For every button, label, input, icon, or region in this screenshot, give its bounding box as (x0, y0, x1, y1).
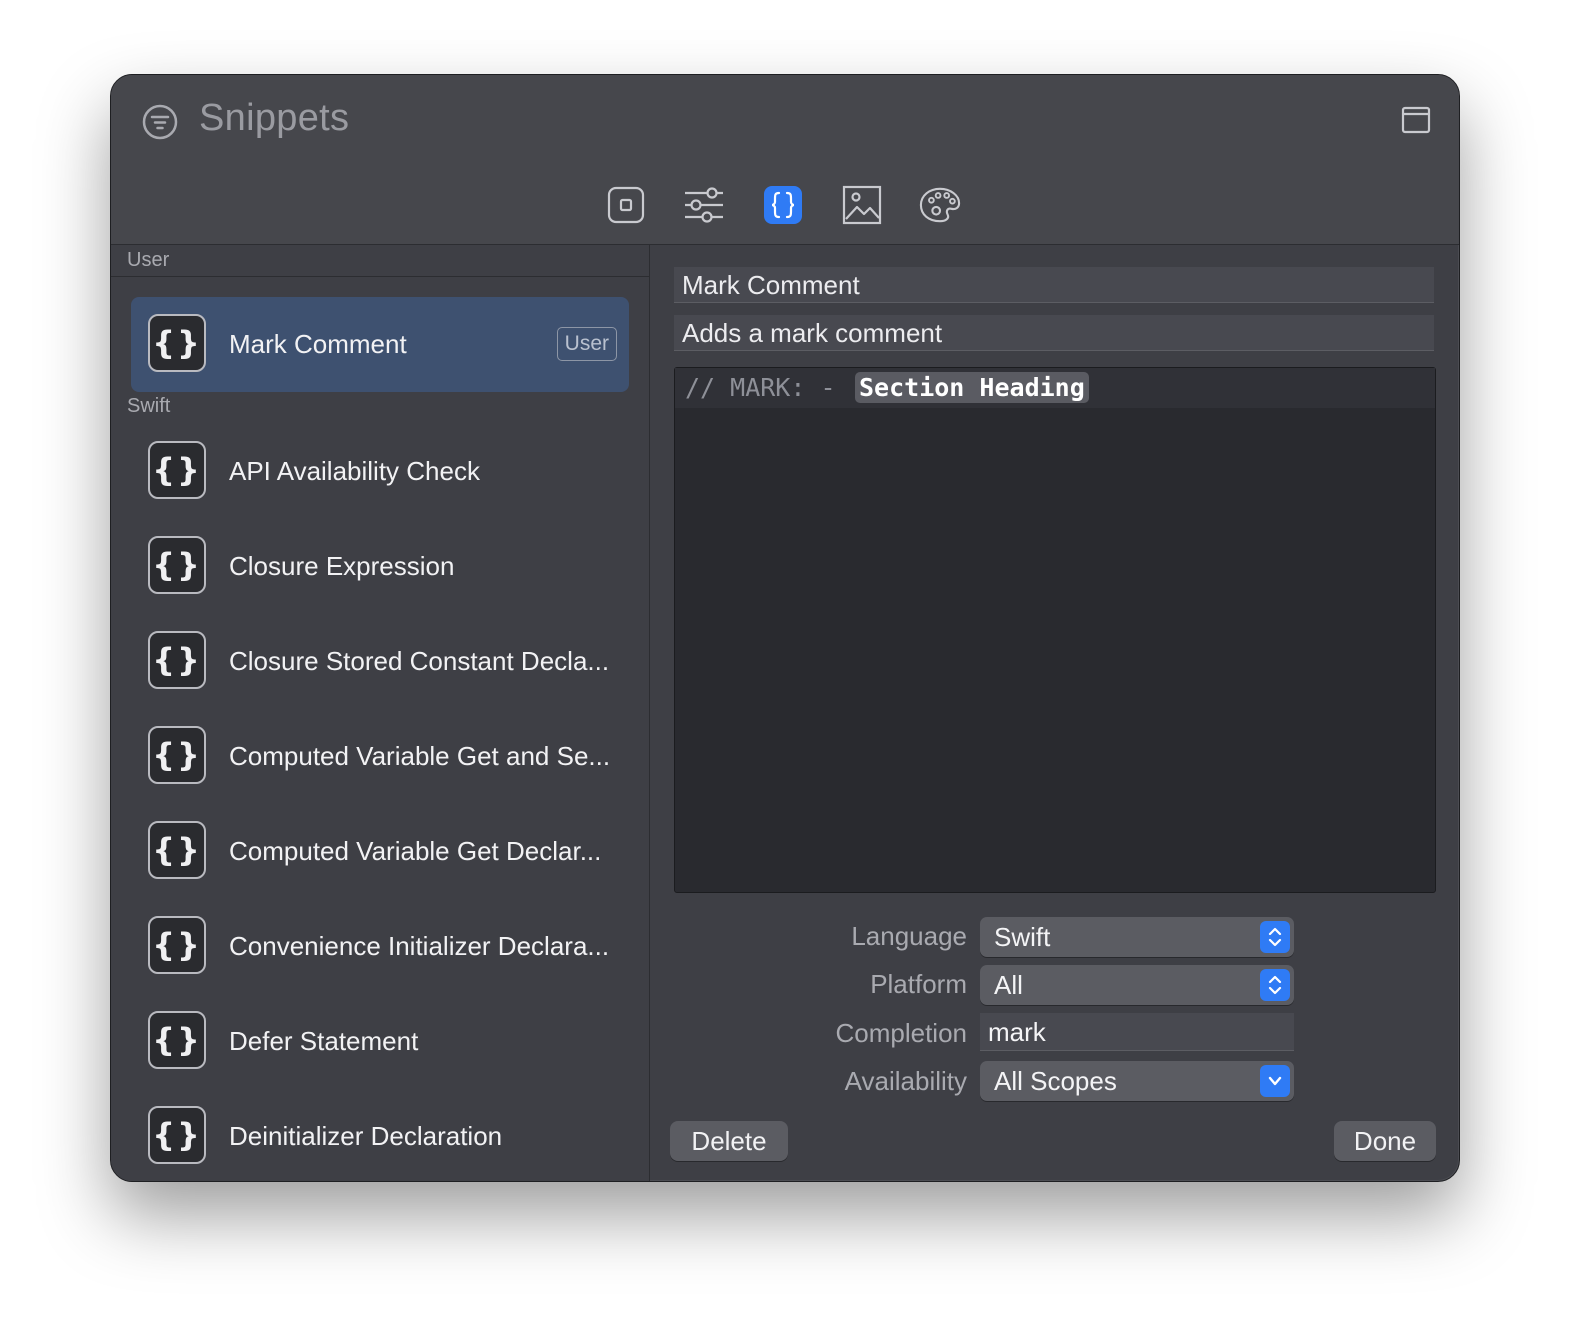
snippets-window: Snippets User {} Mark Comment User Swift… (110, 74, 1460, 1182)
completion-label: Completion (835, 1018, 967, 1048)
code-comment: // MARK: - (685, 373, 836, 402)
braces-icon: {} (148, 726, 206, 784)
snippet-title-field[interactable]: Mark Comment (674, 267, 1434, 303)
platform-popup[interactable]: All (980, 965, 1294, 1005)
section-divider (111, 276, 649, 277)
snippet-list[interactable]: User {} Mark Comment User Swift {} API A… (111, 245, 650, 1181)
library-toolbar (111, 167, 1459, 245)
snippet-item-label: Defer Statement (229, 1026, 419, 1056)
language-label: Language (851, 921, 967, 951)
sliders-icon (685, 187, 723, 223)
tool-colors[interactable] (919, 184, 961, 226)
completion-field[interactable]: mark (980, 1013, 1294, 1051)
braces-icon: {} (148, 1011, 206, 1069)
snippet-editor: Mark Comment Adds a mark comment // MARK… (650, 245, 1459, 1181)
snippet-item-selected[interactable]: {} Mark Comment User (131, 297, 629, 392)
tool-media[interactable] (841, 184, 883, 226)
snippet-item[interactable]: {} Computed Variable Get Declar... (131, 804, 629, 899)
snippet-item-label: Closure Expression (229, 551, 455, 581)
snippet-item-label: Closure Stored Constant Decla... (229, 646, 610, 676)
snippet-summary-field[interactable]: Adds a mark comment (674, 315, 1434, 351)
snippet-item-label: Deinitializer Declaration (229, 1121, 503, 1151)
platform-value: All (994, 970, 1023, 1000)
image-icon (842, 185, 882, 225)
title-bar: Snippets (111, 75, 1459, 168)
square-icon (607, 186, 645, 224)
snippet-item[interactable]: {} Convenience Initializer Declara... (131, 899, 629, 994)
window-icon[interactable] (1401, 105, 1431, 135)
done-button[interactable]: Done (1334, 1121, 1436, 1161)
chevron-updown-icon (1260, 921, 1290, 953)
snippet-item[interactable]: {} Closure Stored Constant Decla... (131, 614, 629, 709)
braces-icon: {} (148, 441, 206, 499)
snippet-item-label: Computed Variable Get and Se... (229, 741, 611, 771)
section-user-label: User (127, 249, 170, 271)
tool-snippets[interactable] (764, 186, 802, 224)
snippet-item[interactable]: {} Closure Expression (131, 519, 629, 614)
chevron-down-icon (1260, 1065, 1290, 1097)
snippet-item[interactable]: {} Deinitializer Declaration (131, 1089, 629, 1181)
filter-circle-icon[interactable] (141, 103, 179, 141)
language-value: Swift (994, 922, 1051, 952)
user-badge: User (556, 327, 617, 361)
snippet-item[interactable]: {} Computed Variable Get and Se... (131, 709, 629, 804)
availability-popup[interactable]: All Scopes (980, 1061, 1294, 1101)
braces-icon: {} (148, 916, 206, 974)
palette-icon (919, 187, 961, 223)
braces-icon: {} (148, 631, 206, 689)
chevron-updown-icon (1260, 969, 1290, 1001)
snippet-item[interactable]: {} API Availability Check (131, 424, 629, 519)
braces-icon: {} (148, 821, 206, 879)
availability-value: All Scopes (994, 1066, 1117, 1096)
placeholder-token[interactable]: Section Heading (855, 372, 1089, 403)
snippet-item-label: Computed Variable Get Declar... (229, 836, 602, 866)
snippet-item-label: Mark Comment (229, 329, 407, 359)
section-swift-label: Swift (127, 395, 171, 417)
tool-modifiers[interactable] (683, 184, 725, 226)
window-title: Snippets (199, 97, 350, 139)
delete-button[interactable]: Delete (670, 1121, 788, 1161)
code-editor[interactable]: // MARK: - Section Heading (674, 367, 1436, 893)
braces-icon (771, 191, 795, 219)
tool-views[interactable] (605, 184, 647, 226)
braces-icon: {} (148, 314, 206, 372)
snippet-item-label: Convenience Initializer Declara... (229, 931, 610, 961)
availability-label: Availability (844, 1066, 967, 1096)
language-popup[interactable]: Swift (980, 917, 1294, 957)
snippet-item[interactable]: {} Defer Statement (131, 994, 629, 1089)
platform-label: Platform (870, 969, 967, 999)
snippet-item-label: API Availability Check (229, 456, 480, 486)
braces-icon: {} (148, 1106, 206, 1164)
braces-icon: {} (148, 536, 206, 594)
